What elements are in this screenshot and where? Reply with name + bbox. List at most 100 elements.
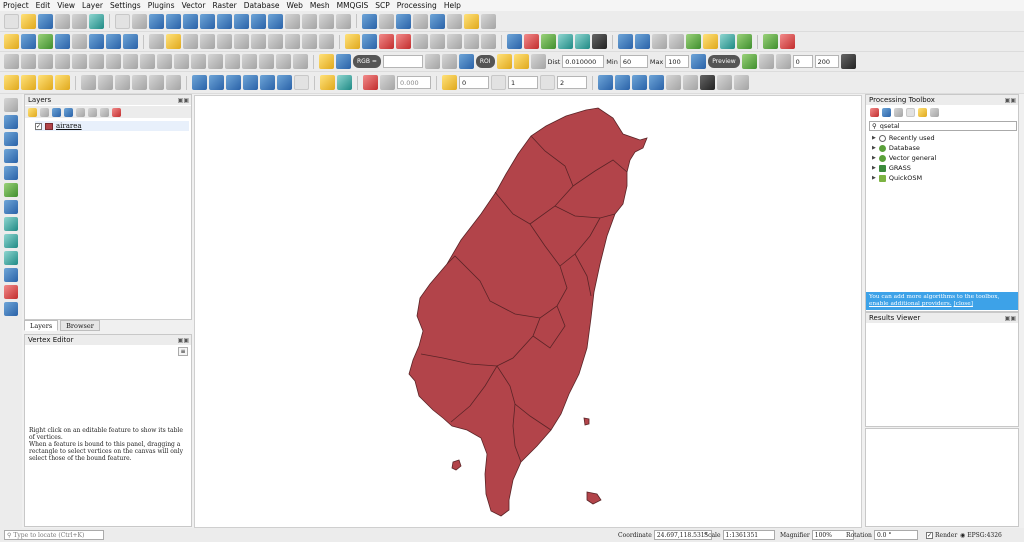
kml-d-icon[interactable] xyxy=(649,75,664,90)
add-gpx-icon[interactable] xyxy=(4,183,18,197)
menu-scp[interactable]: SCP xyxy=(375,1,390,10)
preview-b-icon[interactable] xyxy=(775,54,791,69)
node-c-icon[interactable] xyxy=(243,75,258,90)
scp-zoom-icon[interactable] xyxy=(336,54,351,69)
layer-visibility-checkbox[interactable]: ✓ xyxy=(35,122,42,130)
scp-d-icon[interactable] xyxy=(840,54,856,69)
refresh-icon[interactable] xyxy=(336,13,351,29)
plugin-a-icon[interactable] xyxy=(541,34,556,49)
plugin-k-icon[interactable] xyxy=(737,34,752,49)
opacity-icon[interactable] xyxy=(380,75,395,90)
redo-icon[interactable] xyxy=(319,34,334,49)
shape-digitizing-icon[interactable] xyxy=(55,54,70,69)
label-tool-icon[interactable] xyxy=(345,34,360,49)
layer-item-airarea[interactable]: ✓ airarea xyxy=(35,121,189,131)
pan-icon[interactable] xyxy=(115,13,130,29)
menu-edit[interactable]: Edit xyxy=(36,1,51,10)
plugin-g-icon[interactable] xyxy=(669,34,684,49)
delete-part-icon[interactable] xyxy=(259,54,274,69)
opacity-field[interactable]: 0.000 xyxy=(397,76,431,89)
new-3d-view-icon[interactable] xyxy=(302,13,317,29)
render-checkbox[interactable]: ✓ xyxy=(926,531,933,539)
preview-button[interactable]: Preview xyxy=(708,55,740,68)
rotate-point-icon[interactable] xyxy=(157,54,172,69)
temporal-controller-icon[interactable] xyxy=(319,13,334,29)
add-delimited-text-icon[interactable] xyxy=(89,34,104,49)
zoom-next-icon[interactable] xyxy=(268,13,283,29)
vertex-close-icon[interactable]: ▣▣ xyxy=(178,336,189,346)
label-change-icon[interactable] xyxy=(447,34,462,49)
expand-arrow-icon[interactable]: ▶ xyxy=(872,145,876,151)
dig-f-icon[interactable] xyxy=(166,75,181,90)
offset-curve-icon[interactable] xyxy=(89,54,104,69)
zoom-last-icon[interactable] xyxy=(251,13,266,29)
split-parts-icon[interactable] xyxy=(123,54,138,69)
tab-layers[interactable]: Layers xyxy=(24,320,59,331)
add-virtual-icon[interactable] xyxy=(4,166,18,180)
dig-c-icon[interactable] xyxy=(115,75,130,90)
menu-view[interactable]: View xyxy=(57,1,75,10)
node-a-icon[interactable] xyxy=(209,75,224,90)
preview-plus-icon[interactable] xyxy=(741,54,757,69)
plugin-b-icon[interactable] xyxy=(558,34,573,49)
delete-ring-icon[interactable] xyxy=(242,54,257,69)
in-place-edit-icon[interactable] xyxy=(918,107,927,117)
label-move-icon[interactable] xyxy=(413,34,428,49)
save-project-icon[interactable] xyxy=(38,13,53,29)
node-d-icon[interactable] xyxy=(260,75,275,90)
collapse-all-icon[interactable] xyxy=(100,107,109,117)
scp-roi-zoom-icon[interactable] xyxy=(458,54,474,69)
dist-field[interactable]: 0.010000 xyxy=(562,55,605,68)
rgb-combo[interactable] xyxy=(382,55,423,68)
spin3-icon[interactable] xyxy=(540,75,555,90)
python-console-icon[interactable] xyxy=(618,34,633,49)
expand-arrow-icon[interactable]: ▶ xyxy=(872,135,876,141)
style-manager-icon[interactable] xyxy=(89,13,104,29)
tracing-icon[interactable] xyxy=(21,54,36,69)
menu-help[interactable]: Help xyxy=(444,1,461,10)
arrow-icon[interactable] xyxy=(320,75,335,90)
ad-icon[interactable] xyxy=(363,75,378,90)
add-wfs-layer-icon[interactable] xyxy=(4,234,18,248)
penghu-island[interactable] xyxy=(451,459,462,471)
delete-selected-icon[interactable] xyxy=(234,34,249,49)
table-sidebar-icon[interactable] xyxy=(4,302,18,316)
style-layer-icon[interactable] xyxy=(28,107,37,117)
rgb-button[interactable]: RGB = xyxy=(353,55,381,68)
zoom-out-icon[interactable] xyxy=(166,13,181,29)
taiwan-polygon-group[interactable] xyxy=(408,107,648,517)
scp-input-icon[interactable] xyxy=(319,54,334,69)
rotation-field[interactable]: 0.0 ° xyxy=(873,530,918,540)
add-point-icon[interactable] xyxy=(200,34,215,49)
scp-a-icon[interactable] xyxy=(424,54,440,69)
statistics-icon[interactable] xyxy=(430,13,445,29)
fill-ring-icon[interactable] xyxy=(225,54,240,69)
roi-button[interactable]: ROI xyxy=(475,55,495,68)
zoom-in-icon[interactable] xyxy=(149,13,164,29)
processing-search-input[interactable]: ⚲ qsetal xyxy=(869,121,1017,131)
expand-all-icon[interactable] xyxy=(88,107,97,117)
node-b-icon[interactable] xyxy=(226,75,241,90)
dig-d-icon[interactable] xyxy=(132,75,147,90)
scp-b-icon[interactable] xyxy=(441,54,457,69)
copy-icon[interactable] xyxy=(268,34,283,49)
preview-zoom-icon[interactable] xyxy=(691,54,707,69)
menu-web[interactable]: Web xyxy=(286,1,302,10)
trim-extend-icon[interactable] xyxy=(293,54,308,69)
add-spatialite-layer-icon[interactable] xyxy=(4,200,18,214)
plugin-c-icon[interactable] xyxy=(575,34,590,49)
scripts-icon[interactable] xyxy=(882,107,891,117)
measure-icon[interactable] xyxy=(447,13,462,29)
node-e-icon[interactable] xyxy=(277,75,292,90)
select-value-icon[interactable] xyxy=(21,75,36,90)
snapping-icon[interactable] xyxy=(4,54,19,69)
move-feature-icon[interactable] xyxy=(192,75,207,90)
t2-field[interactable]: 200 xyxy=(814,55,839,68)
merge-features-icon[interactable] xyxy=(140,54,155,69)
reshape-icon[interactable] xyxy=(72,54,87,69)
pan-to-selection-icon[interactable] xyxy=(132,13,147,29)
undo-icon[interactable] xyxy=(302,34,317,49)
results-icon[interactable] xyxy=(906,107,915,117)
plugin-j-icon[interactable] xyxy=(720,34,735,49)
vertex-options-button[interactable]: ≡ xyxy=(178,347,188,356)
